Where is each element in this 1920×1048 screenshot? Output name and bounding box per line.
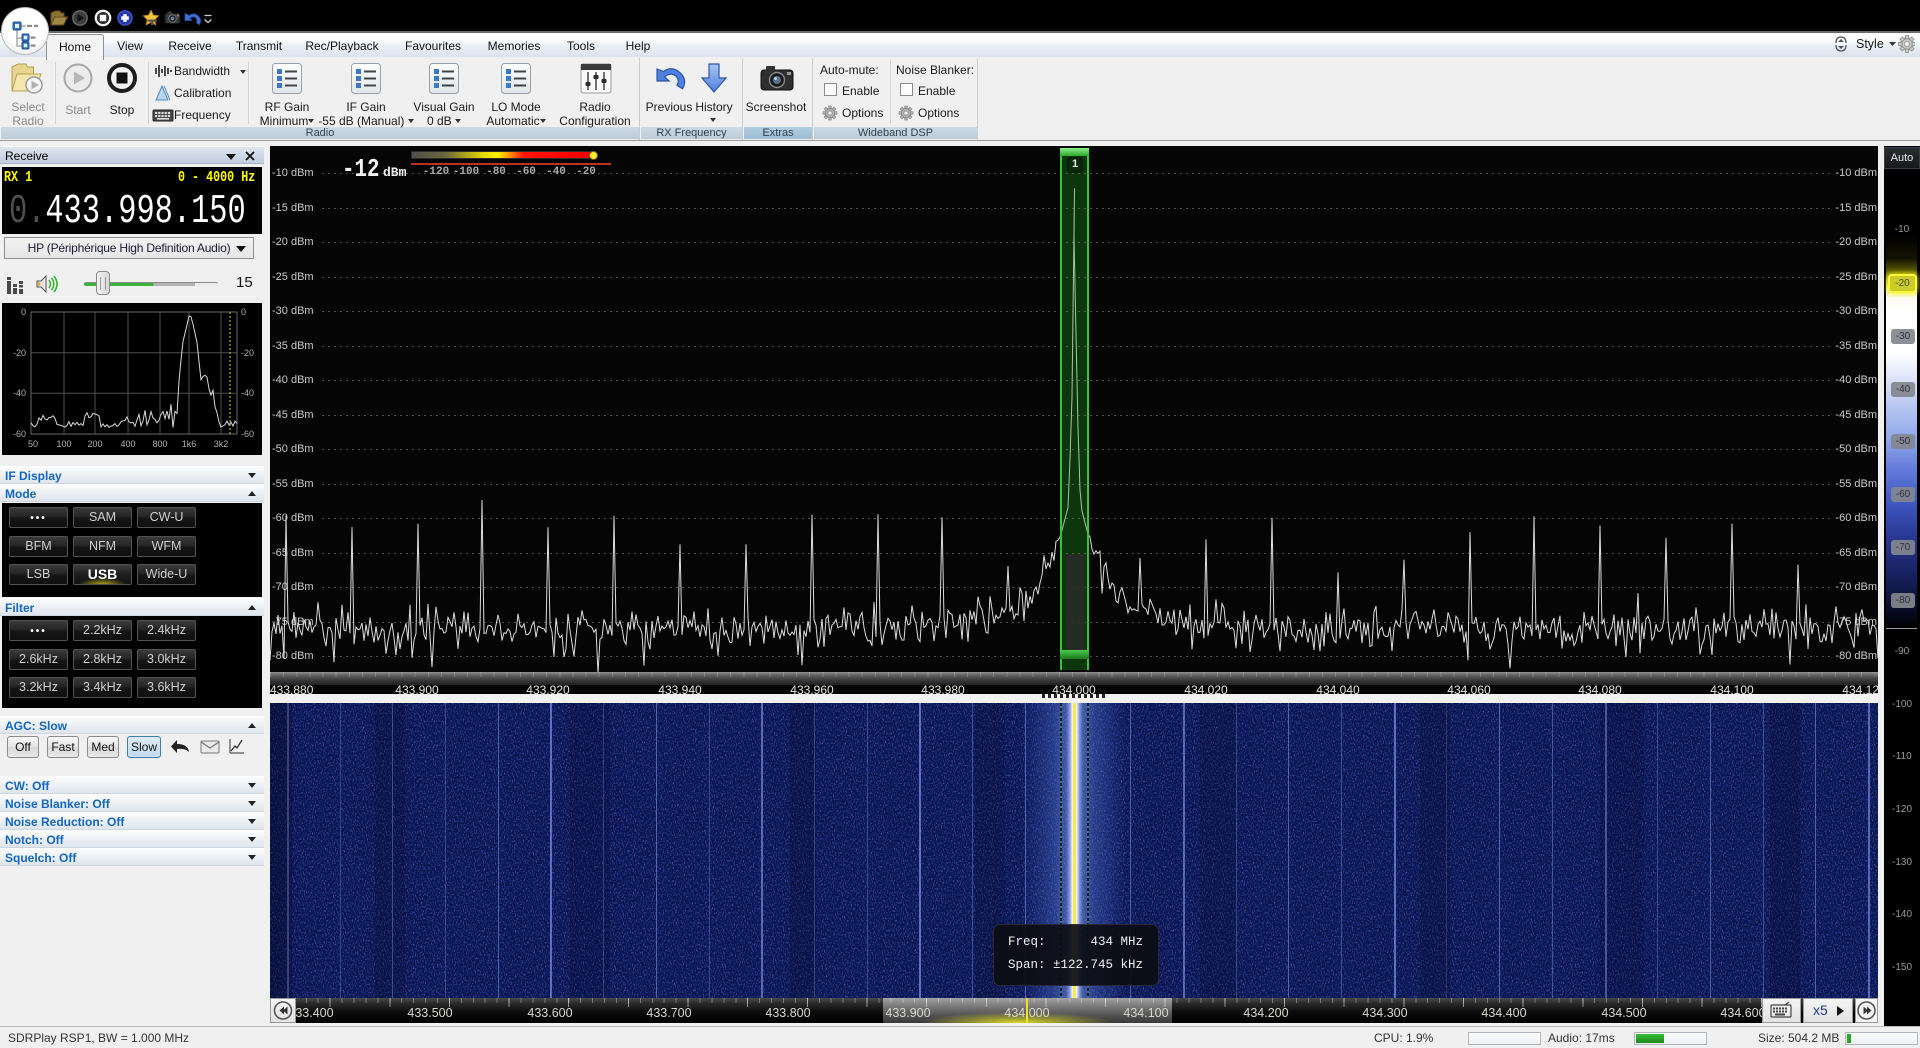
svg-text:400: 400 bbox=[120, 439, 135, 449]
svg-text:100: 100 bbox=[56, 439, 71, 449]
svg-text:-60: -60 bbox=[241, 429, 254, 439]
svg-text:-20: -20 bbox=[241, 348, 254, 358]
svg-text:-20: -20 bbox=[13, 348, 26, 358]
svg-text:200: 200 bbox=[87, 439, 102, 449]
svg-text:-40: -40 bbox=[241, 388, 254, 398]
svg-text:50: 50 bbox=[28, 439, 38, 449]
svg-text:3k2: 3k2 bbox=[214, 439, 229, 449]
svg-text:1k6: 1k6 bbox=[182, 439, 197, 449]
svg-text:Style: Style bbox=[1856, 37, 1884, 51]
svg-text:0: 0 bbox=[21, 307, 26, 317]
svg-text:0: 0 bbox=[241, 307, 246, 317]
svg-text:-40: -40 bbox=[13, 388, 26, 398]
svg-text:800: 800 bbox=[152, 439, 167, 449]
svg-text:-60: -60 bbox=[13, 429, 26, 439]
